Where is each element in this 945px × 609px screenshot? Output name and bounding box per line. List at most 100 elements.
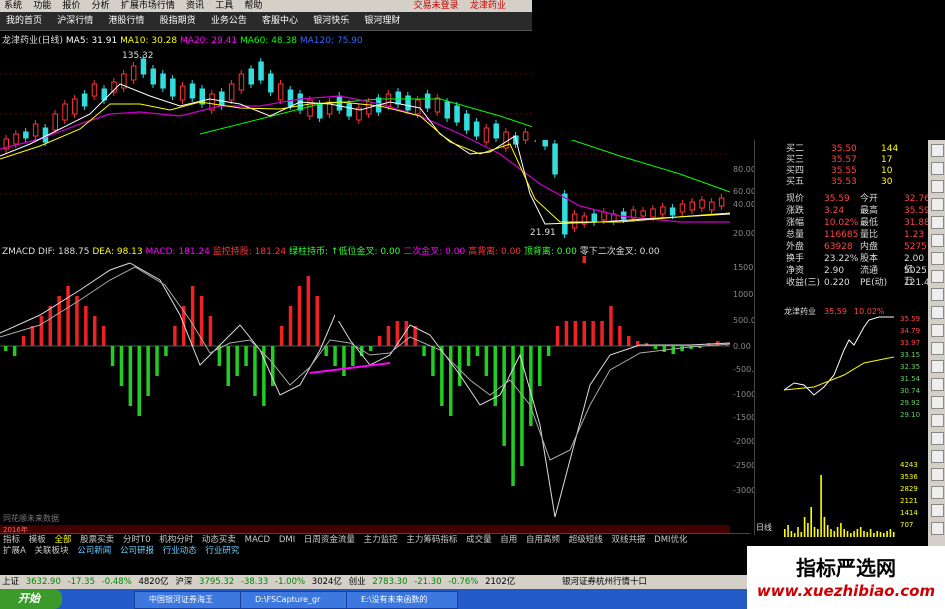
macd-bar [75,296,79,346]
toolbar-icon[interactable] [931,378,944,391]
bid-price: 35.55 [831,166,857,176]
bid-volume: 30 [881,177,893,187]
macd-bar [475,346,480,356]
macd-bar [386,326,391,346]
toolbar-icon[interactable] [931,162,944,175]
macd-bar [440,346,444,406]
mini-volume-bar [807,523,809,537]
toolbar-icon[interactable] [931,234,944,247]
toolbar-icon[interactable] [931,288,944,301]
mini-volume-bar [787,525,789,537]
cy-amount: 2102亿 [485,577,516,587]
candle-body [179,85,186,101]
toolbar-icon[interactable] [931,522,944,535]
toolbar-icon[interactable] [931,450,944,463]
price-axis-tick: 40.00 [733,200,755,209]
toolbar-icon[interactable] [931,342,944,355]
toolbar-icon[interactable] [931,144,944,157]
right-toolbar[interactable] [928,140,945,546]
candle-body [591,213,597,223]
mini-price: 35.59 [824,307,847,316]
toolbar-icon[interactable] [931,252,944,265]
mini-volume-bar [793,533,796,537]
tab-company-news[interactable]: 公司新闻 [74,545,114,557]
mini-volume-bars [784,475,895,537]
candle-body [346,103,352,117]
info-tabs: 扩展A 关联板块 公司新闻 公司研报 行业动态 行业研究 [0,545,750,557]
toolbar-icon[interactable] [931,216,944,229]
macd-axis-tick: -2500 [733,461,755,470]
quote-row: 总量 116685 量比 1.23 [756,230,928,241]
macd-bar [12,346,17,356]
nav-announcements[interactable]: 业务公告 [205,12,253,30]
macd-bar [627,336,631,346]
tab-industry-news[interactable]: 行业动态 [160,545,200,557]
bid-volume: 144 [881,144,899,154]
mini-vol-axis-tick: 3536 [900,473,918,481]
menu-system[interactable]: 系统 [0,0,26,12]
tab-company-research[interactable]: 公司研报 [117,545,157,557]
mini-day-label[interactable]: 日线 [756,522,772,532]
candle-body [718,197,725,207]
macd-axis-tick: -500.00 [733,365,755,374]
taskbar-item-3[interactable]: E:\没有未来函数的 [346,591,458,609]
bid-row: 买五 35.53 30 [756,177,928,188]
tab-extended-a[interactable]: 扩展A [0,545,29,557]
menu-function[interactable]: 功能 [29,0,55,12]
nav-hs-market[interactable]: 沪深行情 [51,12,99,30]
macd-bar [235,346,239,376]
chart-occluded-area [532,44,755,140]
taskbar-item-1[interactable]: 中国银河证券海王 [134,591,246,609]
mini-volume-bar [800,532,803,537]
menu-tools[interactable]: 工具 [211,0,237,12]
sz-label: 沪深 [175,577,193,587]
trade-login-status[interactable]: 交易未登录 [410,0,463,12]
toolbar-icon[interactable] [931,468,944,481]
candle-body [219,91,225,107]
toolbar-icon[interactable] [931,270,944,283]
menu-analysis[interactable]: 分析 [88,0,114,12]
candle-body [640,210,646,217]
mini-volume-bar [863,531,865,537]
macd-bar [662,346,667,352]
toolbar-icon[interactable] [931,486,944,499]
toolbar-icon[interactable] [931,432,944,445]
sz-value: 3795.32 [199,577,235,587]
nav-hk-market[interactable]: 港股行情 [102,12,150,30]
sz-percent: -1.00% [275,577,306,587]
menu-help[interactable]: 帮助 [240,0,266,12]
price-axis-tick: 60.00 [733,187,755,196]
nav-service[interactable]: 客服中心 [256,12,304,30]
mini-volume-bar [869,529,872,537]
tab-industry-research[interactable]: 行业研究 [202,545,242,557]
nav-home[interactable]: 我的首页 [0,12,48,30]
toolbar-icon[interactable] [931,360,944,373]
toolbar-icon[interactable] [931,504,944,517]
candle-body [709,201,715,211]
toolbar-icon[interactable] [931,324,944,337]
mini-intraday-chart[interactable]: 龙津药业 35.59 10.02% 日线 35.59 34.79 33.97 33.1… [754,305,928,537]
nav-finance[interactable]: 银河理财 [358,12,406,30]
toolbar-icon[interactable] [931,414,944,427]
toolbar-icon[interactable] [931,396,944,409]
mini-axis-tick: 29.10 [900,411,920,419]
macd-chart[interactable]: 1500 1000 500.00 0.00 -500.00 -1000 -150… [0,255,755,533]
nav-index-futures[interactable]: 股指期货 [154,12,202,30]
macd-bar [306,276,311,346]
tab-related-sector[interactable]: 关联板块 [32,545,72,557]
start-button[interactable]: 开始 [0,589,62,609]
price-chart[interactable]: 135.32 21.91 80.00 60.00 40.00 20.00 [0,44,755,242]
candle-body [522,131,529,141]
candle-body [23,131,29,139]
toolbar-icon[interactable] [931,180,944,193]
toolbar-icon[interactable] [931,198,944,211]
menu-news[interactable]: 资讯 [182,0,208,12]
menu-extended[interactable]: 扩展市场行情 [117,0,179,12]
taskbar-item-2[interactable]: D:\FSCapture_gr [240,591,352,609]
nav-happy[interactable]: 银河快乐 [307,12,355,30]
menu-quote[interactable]: 报价 [58,0,84,12]
macd-bar [484,346,489,376]
toolbar-icon[interactable] [931,306,944,319]
candle-body [650,208,656,218]
macd-bar [128,346,133,406]
